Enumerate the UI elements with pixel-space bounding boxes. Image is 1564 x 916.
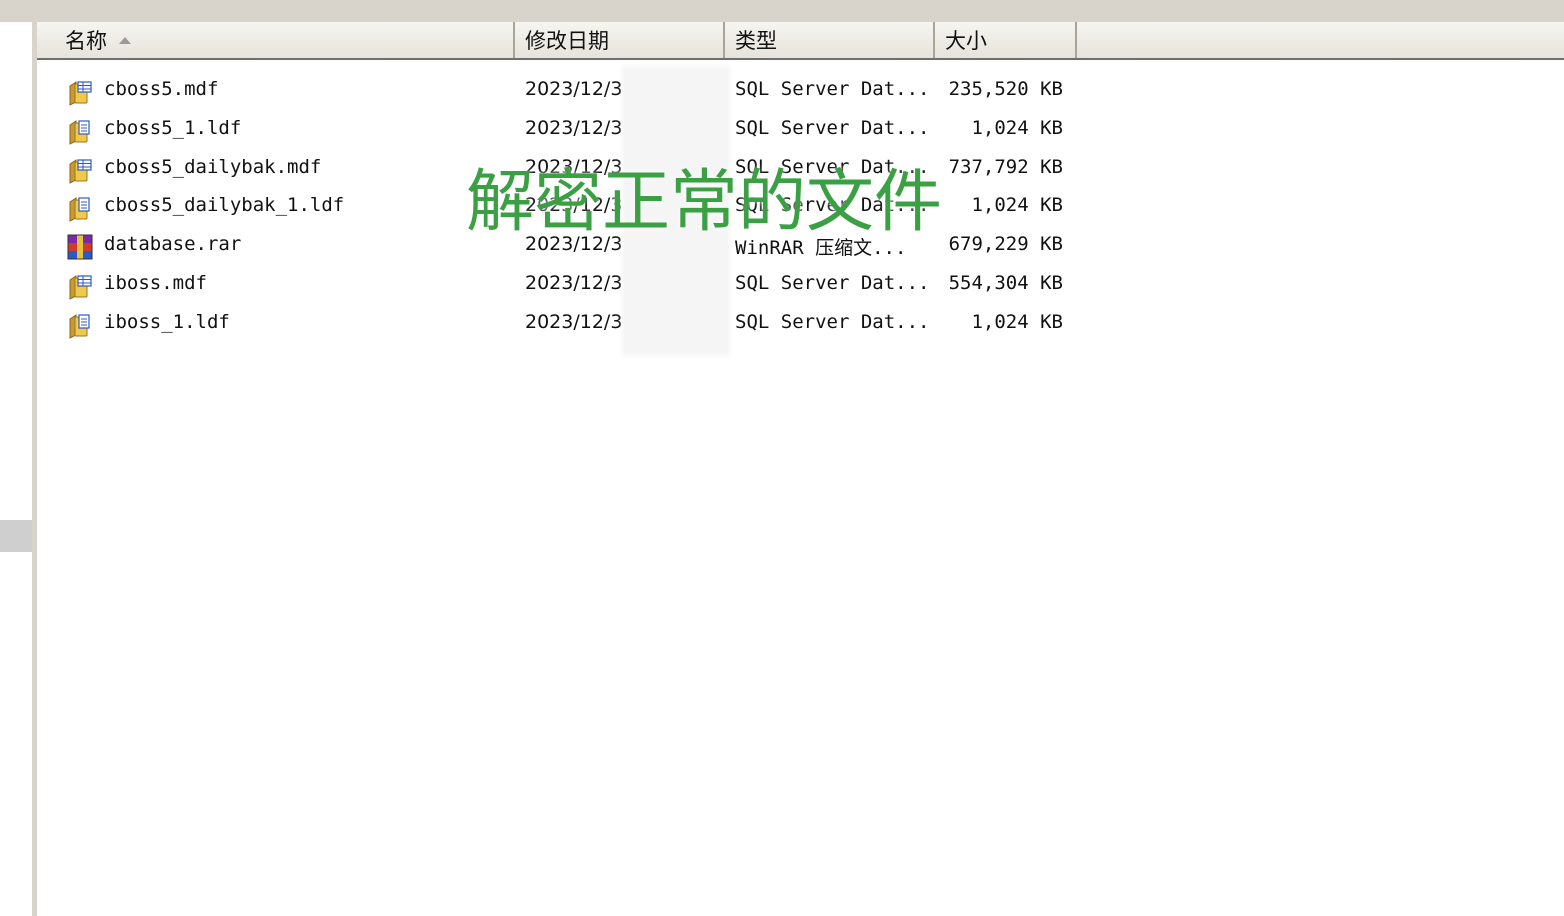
column-header-size[interactable]: 大小 — [935, 22, 1077, 58]
sql-log-file-icon — [67, 311, 93, 339]
sql-data-file-icon — [67, 78, 93, 106]
file-name: database.rar — [104, 233, 242, 256]
toolbar-strip — [0, 0, 1564, 22]
file-name: cboss5_1.ldf — [104, 116, 242, 139]
column-header-size-label: 大小 — [945, 29, 987, 53]
file-explorer-window: 名称 修改日期 类型 大小 cboss5.mdf 2023/12/3 SQL Ser… — [0, 0, 1564, 916]
file-row[interactable]: iboss.mdf 2023/12/3 SQL Server Dat... 554,3… — [37, 266, 1564, 305]
column-header-type-label: 类型 — [735, 29, 777, 53]
column-header-bar: 名称 修改日期 类型 大小 — [37, 22, 1564, 60]
file-row[interactable]: cboss5_1.ldf 2023/12/3 SQL Server Dat... 1,… — [37, 111, 1564, 150]
file-row[interactable]: iboss_1.ldf 2023/12/3 SQL Server Dat... 1,0… — [37, 305, 1564, 344]
file-size: 235,520 KB — [948, 78, 1063, 100]
file-date: 2023/12/3 — [525, 116, 623, 139]
column-header-name-label: 名称 — [65, 29, 107, 53]
file-name: cboss5_dailybak_1.ldf — [104, 194, 345, 217]
navigation-pane[interactable] — [0, 22, 32, 916]
file-size: 1,024 KB — [971, 116, 1063, 139]
file-size: 679,229 KB — [948, 233, 1063, 256]
navigation-selected-item[interactable] — [0, 520, 32, 552]
column-header-date[interactable]: 修改日期 — [515, 22, 725, 58]
column-header-name[interactable]: 名称 — [55, 22, 515, 58]
file-type: SQL Server Dat... — [735, 310, 930, 333]
sql-data-file-icon — [67, 156, 93, 184]
sql-log-file-icon — [67, 117, 93, 145]
file-size: 1,024 KB — [971, 310, 1063, 333]
file-date: 2023/12/3 — [525, 310, 623, 333]
column-header-type[interactable]: 类型 — [725, 22, 935, 58]
sql-data-file-icon — [67, 272, 93, 300]
file-name: cboss5.mdf — [104, 78, 219, 100]
file-type: SQL Server Dat... — [735, 78, 930, 100]
file-date: 2023/12/3 — [525, 78, 623, 100]
winrar-archive-icon — [67, 233, 93, 261]
overlay-caption: 解密正常的文件 — [466, 163, 943, 242]
file-name: iboss.mdf — [104, 271, 207, 294]
file-size: 554,304 KB — [948, 271, 1063, 294]
file-type: SQL Server Dat... — [735, 271, 930, 294]
column-header-date-label: 修改日期 — [525, 29, 609, 53]
file-row[interactable]: cboss5.mdf 2023/12/3 SQL Server Dat... 235,… — [37, 72, 1564, 111]
file-name: cboss5_dailybak.mdf — [104, 155, 322, 178]
file-size: 1,024 KB — [971, 194, 1063, 217]
file-name: iboss_1.ldf — [104, 310, 230, 333]
file-date: 2023/12/3 — [525, 271, 623, 294]
sql-log-file-icon — [67, 194, 93, 223]
file-size: 737,792 KB — [948, 155, 1063, 178]
file-type: SQL Server Dat... — [735, 116, 930, 139]
sort-ascending-icon — [119, 36, 131, 44]
